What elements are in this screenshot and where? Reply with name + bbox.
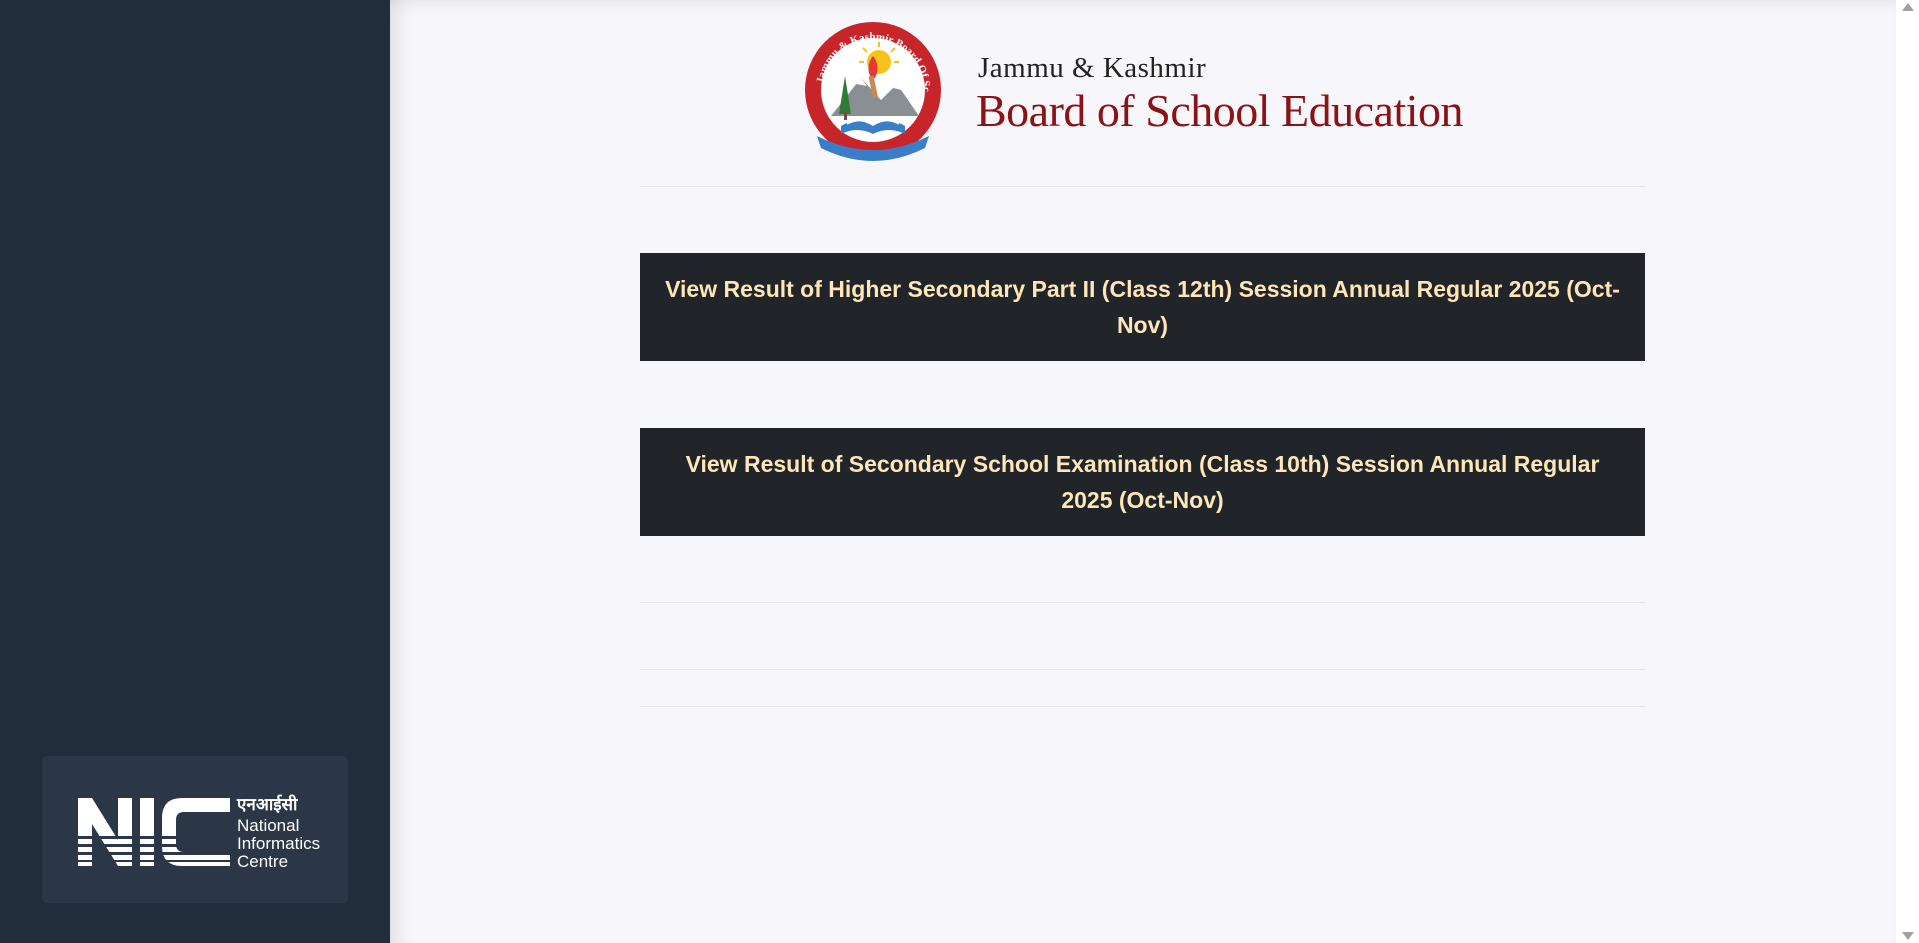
org-title-line2: Board of School Education: [976, 85, 1464, 136]
class12-result-button[interactable]: View Result of Higher Secondary Part II …: [640, 253, 1645, 361]
page-header: Jammu & Kashmir Board Of School Educatio…: [390, 0, 1896, 186]
nic-line-centre: Centre: [237, 852, 289, 871]
divider-3: [640, 706, 1645, 707]
nic-logo-card[interactable]: एनआईसी National Informatics Centre: [42, 756, 348, 903]
scroll-down-arrow-icon[interactable]: [1902, 932, 1914, 940]
nic-line-informatics: Informatics: [237, 834, 321, 853]
nic-logo-icon: [78, 798, 230, 866]
nic-hindi-text: एनआईसी: [237, 795, 298, 814]
nic-line-national: National: [237, 816, 300, 835]
divider-top: [640, 186, 1645, 187]
org-title-line1: Jammu & Kashmir: [978, 52, 1207, 84]
sidebar: एनआईसी National Informatics Centre: [0, 0, 390, 943]
vertical-scrollbar[interactable]: [1896, 0, 1919, 943]
class10-result-button[interactable]: View Result of Secondary School Examinat…: [640, 428, 1645, 536]
main-content: Jammu & Kashmir Board Of School Educatio…: [390, 0, 1896, 943]
divider-1: [640, 602, 1645, 603]
nic-logo-text: एनआईसी National Informatics Centre: [237, 796, 320, 871]
scroll-up-arrow-icon[interactable]: [1902, 3, 1914, 11]
jkbose-emblem-icon: Jammu & Kashmir Board Of School Educatio…: [801, 18, 941, 161]
divider-2: [640, 669, 1645, 670]
